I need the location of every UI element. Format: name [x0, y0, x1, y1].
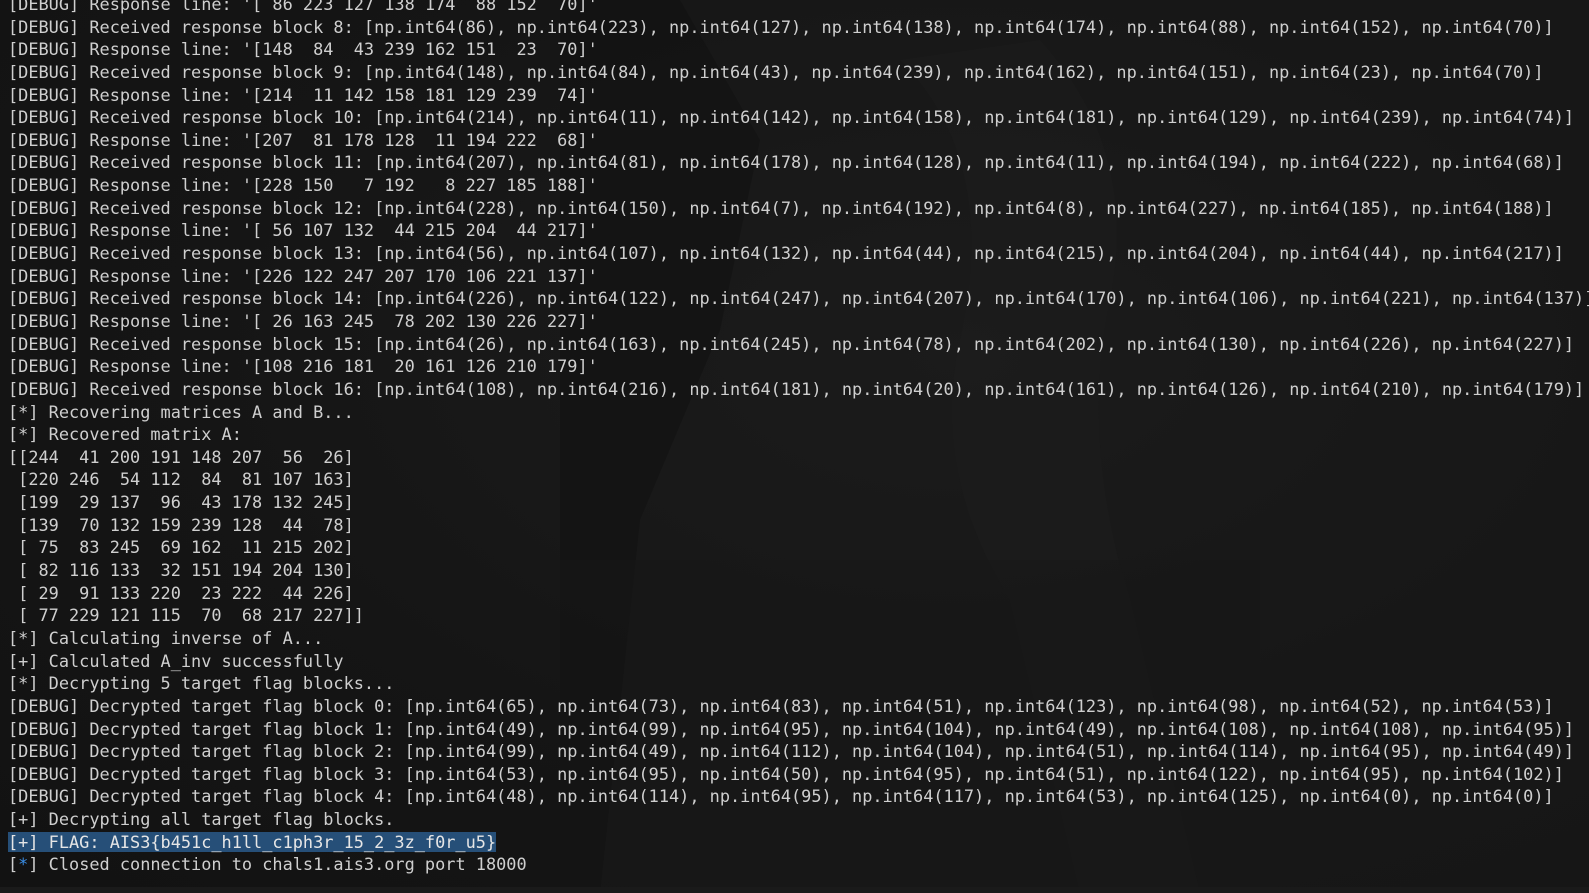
- output-line: [+] Calculated A_inv successfully: [8, 650, 344, 671]
- terminal-output: [DEBUG] Response line: '[ 86 223 127 138…: [8, 0, 1589, 876]
- output-line: [DEBUG] Response line: '[108 216 181 20 …: [8, 356, 598, 377]
- matrix-row: [139 70 132 159 239 128 44 78]: [8, 514, 354, 535]
- matrix-row: [ 77 229 121 115 70 68 217 227]]: [8, 605, 364, 626]
- terminal-window[interactable]: [DEBUG] Response line: '[ 86 223 127 138…: [0, 0, 1589, 893]
- output-line: [DEBUG] Response line: '[148 84 43 239 1…: [8, 39, 598, 60]
- output-line: [DEBUG] Response line: '[207 81 178 128 …: [8, 129, 598, 150]
- output-line: [DEBUG] Received response block 12: [np.…: [8, 197, 1554, 218]
- output-line: [DEBUG] Received response block 16: [np.…: [8, 378, 1585, 399]
- output-line: [DEBUG] Received response block 11: [np.…: [8, 152, 1564, 173]
- matrix-row: [ 29 91 133 220 23 222 44 226]: [8, 582, 354, 603]
- flag-selection[interactable]: [+] FLAG: AIS3{b451c_h1ll_c1ph3r_15_2_3z…: [8, 831, 497, 852]
- matrix-row: [[244 41 200 191 148 207 56 26]: [8, 446, 354, 467]
- output-line: [DEBUG] Response line: '[ 56 107 132 44 …: [8, 220, 598, 241]
- cursor-caret: *: [18, 854, 29, 875]
- output-line: [DEBUG] Decrypted target flag block 0: […: [8, 695, 1554, 716]
- output-line: [DEBUG] Response line: '[ 86 223 127 138…: [8, 0, 598, 14]
- output-line: [DEBUG] Decrypted target flag block 4: […: [8, 786, 1554, 807]
- output-line: [DEBUG] Response line: '[226 122 247 207…: [8, 265, 598, 286]
- output-line: [+] Decrypting all target flag blocks.: [8, 809, 395, 830]
- output-line: [DEBUG] Received response block 8: [np.i…: [8, 16, 1554, 37]
- output-line: [*] Calculating inverse of A...: [8, 627, 324, 648]
- output-line: [DEBUG] Decrypted target flag block 3: […: [8, 763, 1564, 784]
- output-line: [DEBUG] Received response block 13: [np.…: [8, 243, 1564, 264]
- output-line: [DEBUG] Received response block 15: [np.…: [8, 333, 1575, 354]
- flag-line[interactable]: [+] FLAG: AIS3{b451c_h1ll_c1ph3r_15_2_3z…: [8, 831, 1589, 854]
- connection-closed-text: ] Closed connection to chals1.ais3.org p…: [28, 854, 527, 875]
- output-line: [*] Decrypting 5 target flag blocks...: [8, 673, 395, 694]
- output-line: [DEBUG] Decrypted target flag block 2: […: [8, 741, 1575, 762]
- output-line: [DEBUG] Response line: '[ 26 163 245 78 …: [8, 310, 598, 331]
- connection-closed-line: [*] Closed connection to chals1.ais3.org…: [8, 853, 1589, 876]
- matrix-row: [ 75 83 245 69 162 11 215 202]: [8, 537, 354, 558]
- matrix-row: [220 246 54 112 84 81 107 163]: [8, 469, 354, 490]
- output-line: [DEBUG] Response line: '[214 11 142 158 …: [8, 84, 598, 105]
- bracket-open: [: [8, 854, 19, 875]
- output-line: [DEBUG] Response line: '[228 150 7 192 8…: [8, 175, 598, 196]
- terminal-bottom-edge: [0, 887, 1589, 893]
- output-line: [DEBUG] Received response block 9: [np.i…: [8, 61, 1544, 82]
- output-line: [*] Recovering matrices A and B...: [8, 401, 354, 422]
- output-line: [*] Recovered matrix A:: [8, 424, 242, 445]
- output-line: [DEBUG] Received response block 10: [np.…: [8, 107, 1575, 128]
- matrix-row: [ 82 116 133 32 151 194 204 130]: [8, 560, 354, 581]
- matrix-row: [199 29 137 96 43 178 132 245]: [8, 492, 354, 513]
- output-line: [DEBUG] Decrypted target flag block 1: […: [8, 718, 1575, 739]
- output-line: [DEBUG] Received response block 14: [np.…: [8, 288, 1589, 309]
